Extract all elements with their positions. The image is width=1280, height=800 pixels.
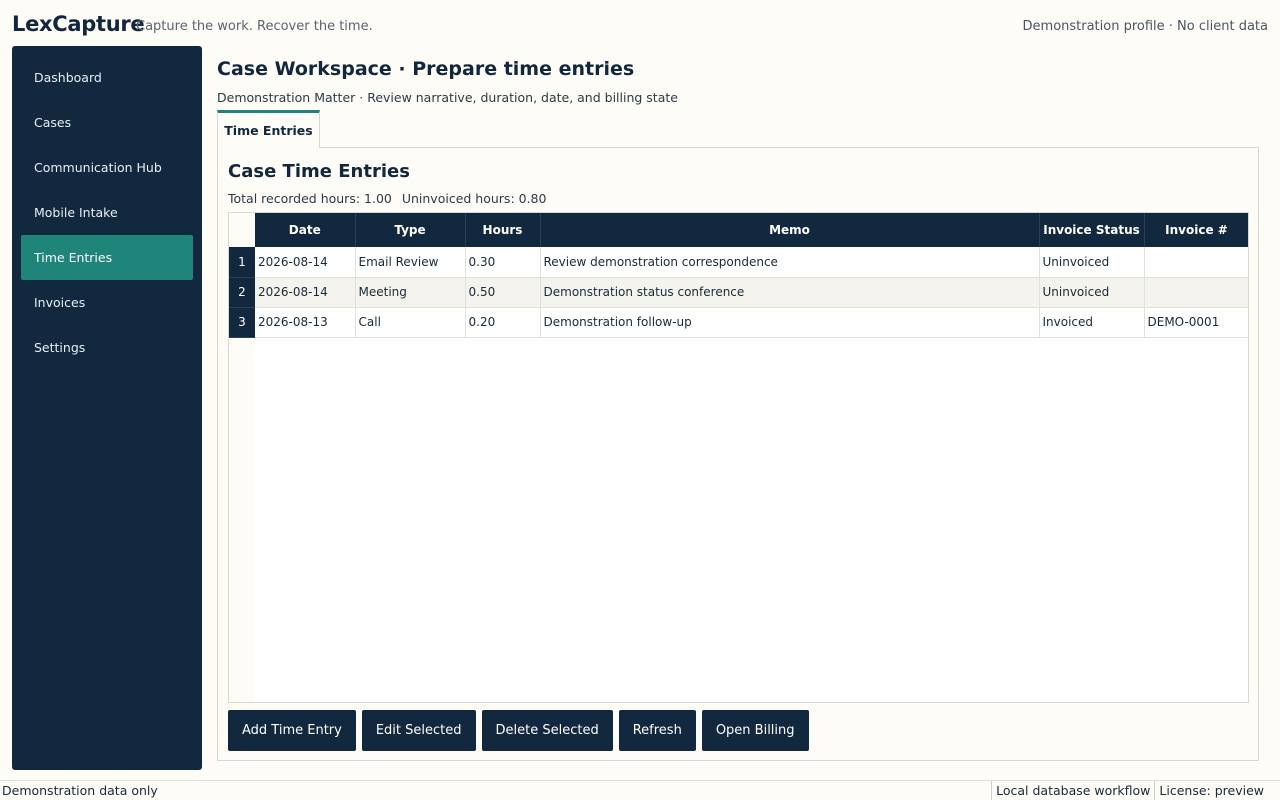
tab-time-entries[interactable]: Time Entries <box>217 110 320 148</box>
status-license: License: preview <box>1154 781 1268 800</box>
cell-invoice-status[interactable]: Uninvoiced <box>1039 277 1145 308</box>
cell-date[interactable]: 2026-08-14 <box>255 277 356 308</box>
cell-date[interactable]: 2026-08-14 <box>255 247 356 278</box>
row-number[interactable]: 3 <box>229 307 255 338</box>
profile-status: Demonstration profile · No client data <box>1022 19 1268 34</box>
time-entries-panel: Case Time Entries Total recorded hours: … <box>217 147 1259 761</box>
hours-summary: Total recorded hours: 1.00 Uninvoiced ho… <box>228 191 552 206</box>
row-number[interactable]: 2 <box>229 277 255 308</box>
row-number[interactable]: 1 <box>229 247 255 278</box>
cell-hours[interactable]: 0.20 <box>465 307 541 338</box>
column-header-hours[interactable]: Hours <box>465 213 541 247</box>
cell-invoice-number[interactable] <box>1144 247 1248 278</box>
cell-invoice-number[interactable] <box>1144 277 1248 308</box>
table-row[interactable]: 3 2026-08-13 Call 0.20 Demonstration fol… <box>229 307 1248 338</box>
status-bar: Demonstration data only Local database w… <box>0 780 1280 800</box>
sidebar-item-settings[interactable]: Settings <box>21 325 193 370</box>
cell-date[interactable]: 2026-08-13 <box>255 307 356 338</box>
top-bar: LexCapture Capture the work. Recover the… <box>0 0 1280 46</box>
add-time-entry-button[interactable]: Add Time Entry <box>228 710 356 751</box>
delete-selected-button[interactable]: Delete Selected <box>481 710 613 751</box>
sidebar-item-invoices[interactable]: Invoices <box>21 280 193 325</box>
status-right: Local database workflow License: preview <box>991 781 1268 800</box>
status-workflow: Local database workflow <box>991 781 1154 800</box>
panel-title: Case Time Entries <box>228 161 410 182</box>
uninvoiced-hours: Uninvoiced hours: 0.80 <box>401 191 547 206</box>
cell-memo[interactable]: Review demonstration correspondence <box>540 247 1040 278</box>
cell-invoice-status[interactable]: Invoiced <box>1039 307 1145 338</box>
total-hours: Total recorded hours: 1.00 <box>228 191 392 206</box>
cell-type[interactable]: Meeting <box>355 277 466 308</box>
cell-hours[interactable]: 0.30 <box>465 247 541 278</box>
cell-memo[interactable]: Demonstration follow-up <box>540 307 1040 338</box>
page-subtitle: Demonstration Matter · Review narrative,… <box>217 90 678 105</box>
table-row[interactable]: 1 2026-08-14 Email Review 0.30 Review de… <box>229 247 1248 278</box>
status-data-notice: Demonstration data only <box>2 783 158 798</box>
sidebar-item-mobile-intake[interactable]: Mobile Intake <box>21 190 193 235</box>
main-content: Case Workspace · Prepare time entries De… <box>217 46 1259 776</box>
column-header-memo[interactable]: Memo <box>540 213 1040 247</box>
sidebar-item-communication-hub[interactable]: Communication Hub <box>21 145 193 190</box>
sidebar-item-dashboard[interactable]: Dashboard <box>21 55 193 100</box>
app-tagline: Capture the work. Recover the time. <box>136 19 373 34</box>
sidebar: Dashboard Cases Communication Hub Mobile… <box>12 46 202 770</box>
cell-hours[interactable]: 0.50 <box>465 277 541 308</box>
sidebar-item-cases[interactable]: Cases <box>21 100 193 145</box>
cell-type[interactable]: Email Review <box>355 247 466 278</box>
cell-invoice-number[interactable]: DEMO-0001 <box>1144 307 1248 338</box>
column-header-invoice-status[interactable]: Invoice Status <box>1039 213 1145 247</box>
edit-selected-button[interactable]: Edit Selected <box>361 710 476 751</box>
action-buttons: Add Time Entry Edit Selected Delete Sele… <box>228 710 809 751</box>
column-header-date[interactable]: Date <box>255 213 356 247</box>
table-corner[interactable] <box>229 213 255 247</box>
cell-invoice-status[interactable]: Uninvoiced <box>1039 247 1145 278</box>
open-billing-button[interactable]: Open Billing <box>701 710 809 751</box>
table-row[interactable]: 2 2026-08-14 Meeting 0.50 Demonstration … <box>229 277 1248 308</box>
app-brand: LexCapture <box>12 12 145 36</box>
sidebar-item-time-entries[interactable]: Time Entries <box>21 235 193 280</box>
cell-type[interactable]: Call <box>355 307 466 338</box>
column-header-invoice-number[interactable]: Invoice # <box>1144 213 1248 247</box>
column-header-type[interactable]: Type <box>355 213 466 247</box>
refresh-button[interactable]: Refresh <box>618 710 696 751</box>
time-entries-table[interactable]: Date Type Hours Memo Invoice Status Invo… <box>228 212 1249 703</box>
page-title: Case Workspace · Prepare time entries <box>217 58 635 80</box>
cell-memo[interactable]: Demonstration status conference <box>540 277 1040 308</box>
